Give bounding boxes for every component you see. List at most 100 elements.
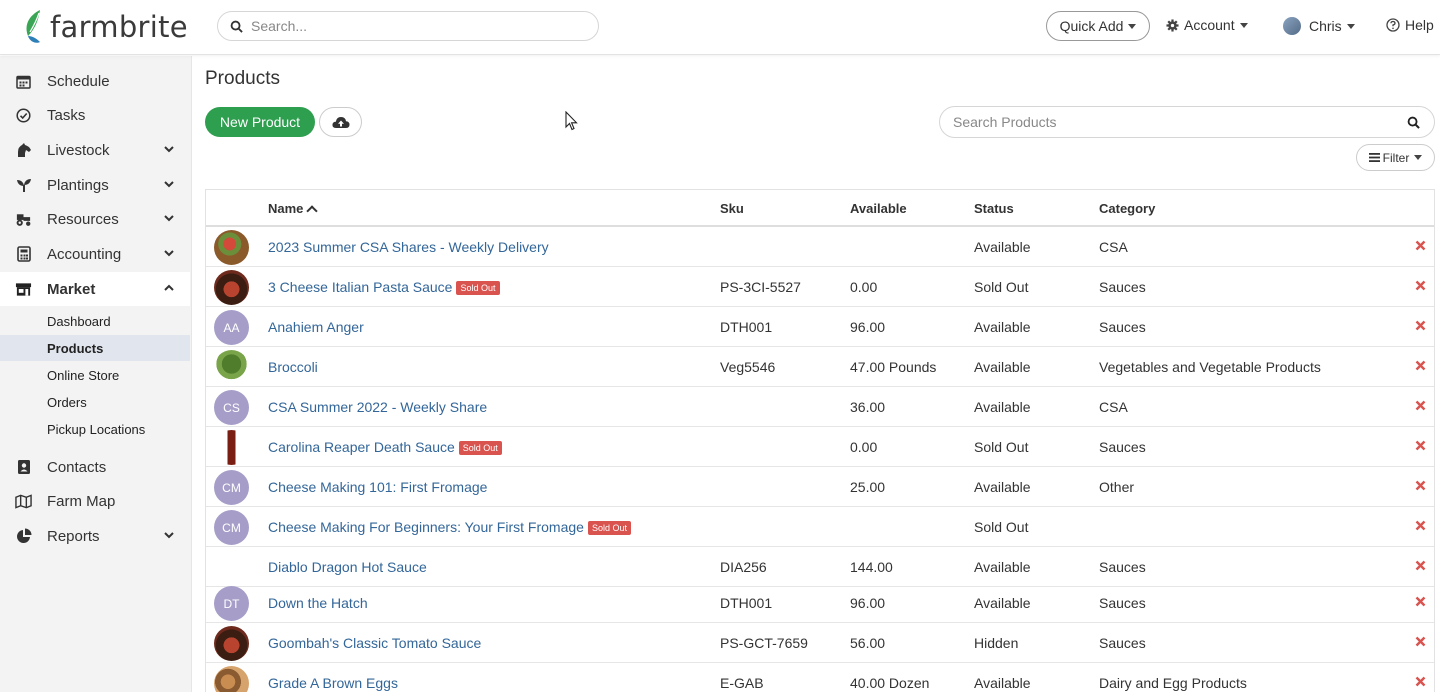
delete-icon[interactable]: [1415, 320, 1426, 331]
product-name-cell: Diablo Dragon Hot Sauce: [268, 559, 427, 575]
sidebar-item-contacts[interactable]: Contacts: [0, 450, 190, 484]
search-icon[interactable]: [1407, 116, 1420, 129]
sidebar-item-reports[interactable]: Reports: [0, 519, 190, 553]
product-search-input[interactable]: [953, 114, 1393, 130]
quick-add-button[interactable]: Quick Add: [1046, 11, 1150, 41]
sidebar-item-label: Livestock: [47, 141, 110, 159]
submenu-item-dashboard[interactable]: Dashboard: [0, 308, 190, 334]
product-name-link[interactable]: Diablo Dragon Hot Sauce: [268, 559, 427, 575]
product-name-link[interactable]: Broccoli: [268, 359, 318, 375]
new-product-button[interactable]: New Product: [205, 107, 315, 137]
sold-out-badge: Sold Out: [458, 441, 502, 455]
farmbrite-logo[interactable]: farmbrite: [22, 8, 188, 46]
category-cell: Sauces: [1099, 635, 1146, 651]
table-row[interactable]: Grade A Brown Eggs E-GAB 40.00 Dozen Availa…: [206, 663, 1434, 692]
quick-add-label: Quick Add: [1059, 18, 1124, 34]
sidebar-item-label: Accounting: [47, 245, 122, 263]
sidebar-item-resources[interactable]: Resources: [0, 202, 190, 236]
table-row[interactable]: CM Cheese Making 101: First Fromage 25.00 A…: [206, 467, 1434, 507]
sidebar-item-farm-map[interactable]: Farm Map: [0, 484, 190, 518]
product-name-link[interactable]: Goombah's Classic Tomato Sauce: [268, 635, 481, 651]
chevron-down-icon: [164, 532, 174, 539]
delete-icon[interactable]: [1415, 240, 1426, 251]
available-cell: 0.00: [850, 279, 878, 295]
product-name-link[interactable]: Cheese Making For Beginners: Your First …: [268, 519, 584, 535]
table-row[interactable]: DT Down the Hatch DTH001 96.00 Available Sauc…: [206, 583, 1434, 623]
cloud-upload-icon: [331, 116, 349, 128]
status-cell: Available: [974, 559, 1031, 575]
table-row[interactable]: CM Cheese Making For Beginners: Your Firs…: [206, 507, 1434, 547]
column-header-label: Name: [268, 201, 304, 216]
delete-icon[interactable]: [1415, 480, 1426, 491]
delete-icon[interactable]: [1415, 520, 1426, 531]
product-name-link[interactable]: 3 Cheese Italian Pasta Sauce: [268, 279, 452, 295]
delete-icon[interactable]: [1415, 280, 1426, 291]
question-circle-icon: [1386, 18, 1400, 32]
pie-chart-icon: [15, 528, 32, 545]
product-name-link[interactable]: 2023 Summer CSA Shares - Weekly Delivery: [268, 239, 549, 255]
sidebar-item-plantings[interactable]: Plantings: [0, 168, 190, 202]
delete-icon[interactable]: [1415, 636, 1426, 647]
caret-down-icon: [1239, 22, 1248, 28]
table-row[interactable]: Goombah's Classic Tomato Sauce PS-GCT-765…: [206, 623, 1434, 663]
product-thumbnail: [214, 350, 249, 385]
horse-icon: [15, 142, 32, 159]
sidebar-item-schedule[interactable]: Schedule: [0, 64, 190, 98]
column-header-name[interactable]: Name: [268, 201, 319, 217]
product-name-link[interactable]: Down the Hatch: [268, 595, 368, 611]
category-cell: Sauces: [1099, 559, 1146, 575]
table-row[interactable]: Carolina Reaper Death Sauce Sold Out 0.00 S…: [206, 427, 1434, 467]
column-header-category[interactable]: Category: [1099, 201, 1155, 216]
category-cell: CSA: [1099, 239, 1128, 255]
column-header-status[interactable]: Status: [974, 201, 1014, 216]
global-search[interactable]: [217, 11, 599, 41]
column-header-sku[interactable]: Sku: [720, 201, 744, 216]
chevron-down-icon: [164, 181, 174, 188]
delete-icon[interactable]: [1415, 440, 1426, 451]
table-row[interactable]: 2023 Summer CSA Shares - Weekly Delivery…: [206, 227, 1434, 267]
submenu-item-products[interactable]: Products: [0, 335, 190, 361]
product-name-link[interactable]: Anahiem Anger: [268, 319, 364, 335]
sidebar-item-accounting[interactable]: Accounting: [0, 237, 190, 271]
mouse-cursor-icon: [565, 111, 578, 131]
product-name-link[interactable]: Cheese Making 101: First Fromage: [268, 479, 487, 495]
product-name-cell: CSA Summer 2022 - Weekly Share: [268, 399, 487, 415]
submenu-item-online-store[interactable]: Online Store: [0, 362, 190, 388]
table-row[interactable]: Broccoli Veg5546 47.00 Pounds Available Vege…: [206, 347, 1434, 387]
product-thumbnail: [214, 626, 249, 661]
user-menu[interactable]: Chris: [1283, 17, 1355, 35]
store-icon: [15, 281, 32, 298]
delete-icon[interactable]: [1415, 596, 1426, 607]
sidebar-item-market[interactable]: Market: [0, 272, 190, 306]
table-row[interactable]: 3 Cheese Italian Pasta Sauce Sold Out PS-3…: [206, 267, 1434, 307]
product-name-link[interactable]: Carolina Reaper Death Sauce: [268, 439, 455, 455]
product-search[interactable]: [939, 106, 1435, 138]
help-link[interactable]: Help: [1386, 17, 1434, 33]
sidebar-item-tasks[interactable]: Tasks: [0, 98, 190, 132]
tractor-icon: [15, 211, 32, 228]
submenu-item-orders[interactable]: Orders: [0, 389, 190, 415]
seedling-icon: [15, 177, 32, 194]
status-cell: Sold Out: [974, 279, 1029, 295]
delete-icon[interactable]: [1415, 560, 1426, 571]
account-menu[interactable]: Account: [1166, 17, 1248, 33]
submenu-item-pickup-locations[interactable]: Pickup Locations: [0, 416, 190, 442]
available-cell: 144.00: [850, 559, 893, 575]
table-row[interactable]: Diablo Dragon Hot Sauce DIA256 144.00 Avail…: [206, 547, 1434, 587]
status-cell: Available: [974, 359, 1031, 375]
product-name-link[interactable]: Grade A Brown Eggs: [268, 675, 398, 691]
chevron-down-icon: [164, 250, 174, 257]
product-name-cell: Broccoli: [268, 359, 318, 375]
category-cell: Dairy and Egg Products: [1099, 675, 1247, 691]
upload-button[interactable]: [319, 107, 362, 137]
delete-icon[interactable]: [1415, 676, 1426, 687]
filter-button[interactable]: Filter: [1356, 144, 1435, 171]
delete-icon[interactable]: [1415, 360, 1426, 371]
sidebar-item-livestock[interactable]: Livestock: [0, 133, 190, 167]
product-name-link[interactable]: CSA Summer 2022 - Weekly Share: [268, 399, 487, 415]
table-row[interactable]: CS CSA Summer 2022 - Weekly Share 36.00 Ava…: [206, 387, 1434, 427]
column-header-available[interactable]: Available: [850, 201, 907, 216]
delete-icon[interactable]: [1415, 400, 1426, 411]
table-row[interactable]: AA Anahiem Anger DTH001 96.00 Available Sauce…: [206, 307, 1434, 347]
global-search-input[interactable]: [251, 18, 571, 34]
